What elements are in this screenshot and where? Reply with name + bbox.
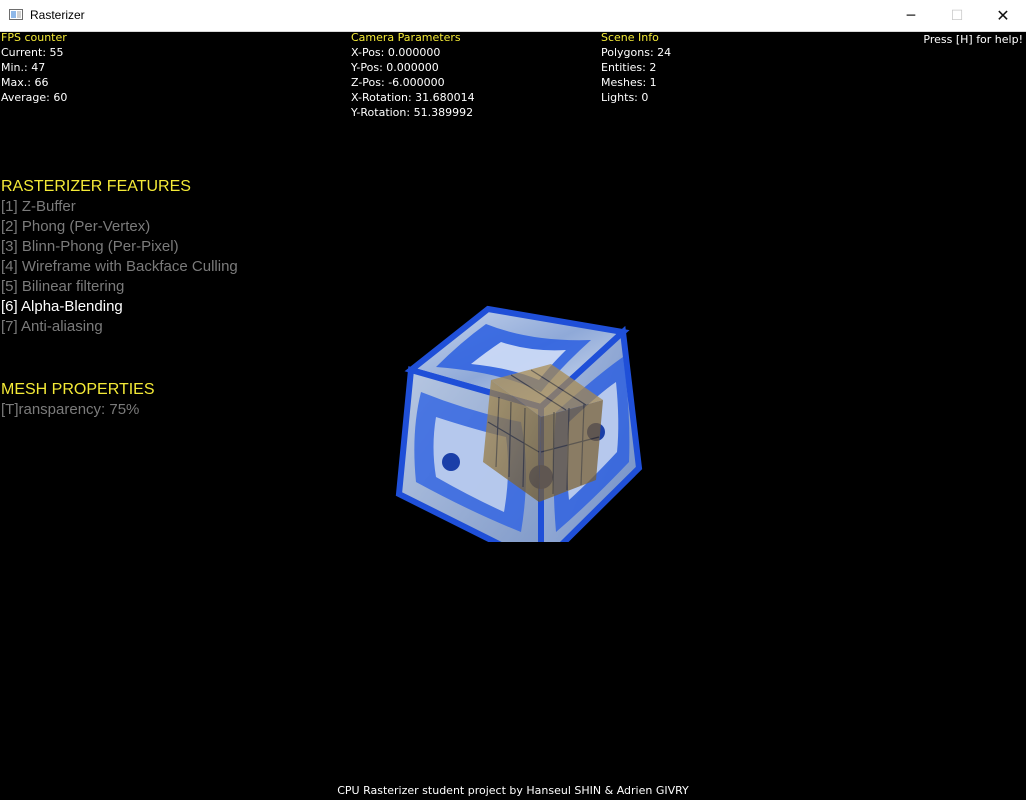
feature-phong[interactable]: [2] Phong (Per-Vertex)	[1, 217, 238, 237]
camera-y-rotation: Y-Rotation: 51.389992	[351, 106, 474, 119]
credits-footer: CPU Rasterizer student project by Hanseu…	[337, 784, 689, 797]
glass-pattern-orb-2	[442, 453, 460, 471]
camera-z-pos: Z-Pos: -6.000000	[351, 76, 445, 89]
window-title: Rasterizer	[30, 8, 85, 22]
fps-min: Min.: 47	[1, 61, 46, 74]
feature-blinn-phong[interactable]: [3] Blinn-Phong (Per-Pixel)	[1, 237, 238, 257]
mesh-panel: MESH PROPERTIES [T]ransparency: 75%	[1, 380, 155, 420]
features-panel: RASTERIZER FEATURES [1] Z-Buffer [2] Pho…	[1, 177, 238, 337]
feature-alpha-blending[interactable]: [6] Alpha-Blending	[1, 297, 238, 317]
mesh-transparency[interactable]: [T]ransparency: 75%	[1, 400, 155, 420]
camera-heading: Camera Parameters	[351, 32, 461, 44]
feature-wireframe[interactable]: [4] Wireframe with Backface Culling	[1, 257, 238, 277]
fps-heading: FPS counter	[1, 32, 67, 44]
rendered-cube-scene	[395, 305, 643, 542]
scene-polygons: Polygons: 24	[601, 46, 672, 59]
camera-panel: Camera Parameters X-Pos: 0.000000 Y-Pos:…	[351, 32, 475, 120]
minimize-button[interactable]: ─	[888, 0, 934, 31]
maximize-button[interactable]: ☐	[934, 0, 980, 31]
help-hint: Press [H] for help!	[923, 33, 1023, 46]
fps-average: Average: 60	[1, 91, 68, 104]
scene-panel: Scene Info Polygons: 24 Entities: 2 Mesh…	[601, 32, 671, 105]
feature-anti-aliasing[interactable]: [7] Anti-aliasing	[1, 317, 238, 337]
fps-current: Current: 55	[1, 46, 64, 59]
fps-max: Max.: 66	[1, 76, 49, 89]
fps-panel: FPS counter Current: 55 Min.: 47 Max.: 6…	[1, 32, 67, 105]
scene-meshes: Meshes: 1	[601, 76, 657, 89]
features-heading: RASTERIZER FEATURES	[1, 178, 191, 195]
feature-bilinear-filtering[interactable]: [5] Bilinear filtering	[1, 277, 238, 297]
app-window: Rasterizer ─ ☐ ✕ FPS counter Current: 55…	[0, 0, 1026, 800]
scene-entities: Entities: 2	[601, 61, 657, 74]
camera-x-pos: X-Pos: 0.000000	[351, 46, 441, 59]
camera-x-rotation: X-Rotation: 31.680014	[351, 91, 475, 104]
scene-heading: Scene Info	[601, 32, 659, 44]
feature-z-buffer[interactable]: [1] Z-Buffer	[1, 197, 238, 217]
close-button[interactable]: ✕	[980, 0, 1026, 31]
app-window-icon	[9, 9, 23, 20]
title-bar[interactable]: Rasterizer ─ ☐ ✕	[0, 0, 1026, 32]
mesh-heading: MESH PROPERTIES	[1, 381, 155, 398]
render-viewport[interactable]: FPS counter Current: 55 Min.: 47 Max.: 6…	[1, 32, 1025, 799]
scene-lights: Lights: 0	[601, 91, 649, 104]
camera-y-pos: Y-Pos: 0.000000	[351, 61, 439, 74]
